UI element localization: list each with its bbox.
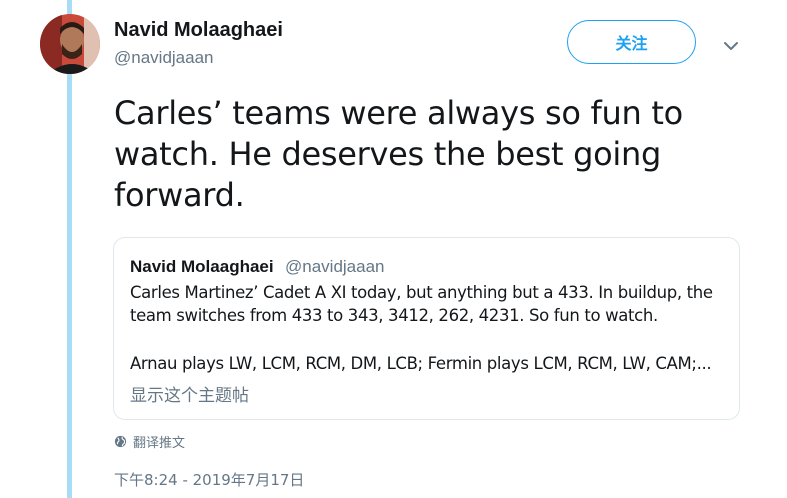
quoted-text-line: team switches from 433 to 343, 3412, 262… bbox=[130, 306, 658, 325]
quoted-text-line: Carles Martinez’ Cadet A XI today, but a… bbox=[130, 283, 713, 302]
translate-tweet-link[interactable]: 翻译推文 bbox=[114, 432, 185, 451]
translate-label: 翻译推文 bbox=[133, 436, 186, 451]
quoted-author-handle: @navidjaaan bbox=[285, 257, 385, 276]
chevron-down-icon[interactable] bbox=[722, 37, 740, 55]
quoted-text-line: Arnau plays LW, LCM, RCM, DM, LCB; Fermi… bbox=[130, 354, 712, 373]
author-handle[interactable]: @navidjaaan bbox=[114, 48, 214, 68]
globe-icon bbox=[114, 435, 127, 448]
avatar[interactable] bbox=[40, 14, 100, 74]
quoted-tweet[interactable]: Navid Molaaghaei @navidjaaan Carles Mart… bbox=[113, 237, 740, 420]
tweet-text: Carles’ teams were always so fun to watc… bbox=[114, 94, 683, 214]
quoted-author-name: Navid Molaaghaei bbox=[130, 257, 274, 276]
author-name[interactable]: Navid Molaaghaei bbox=[114, 19, 283, 42]
timestamp[interactable]: 下午8:24 - 2019年7月17日 bbox=[114, 469, 304, 490]
follow-button[interactable]: 关注 bbox=[567, 20, 696, 64]
show-thread-link[interactable]: 显示这个主题帖 bbox=[130, 381, 249, 406]
thread-line bbox=[67, 0, 72, 498]
